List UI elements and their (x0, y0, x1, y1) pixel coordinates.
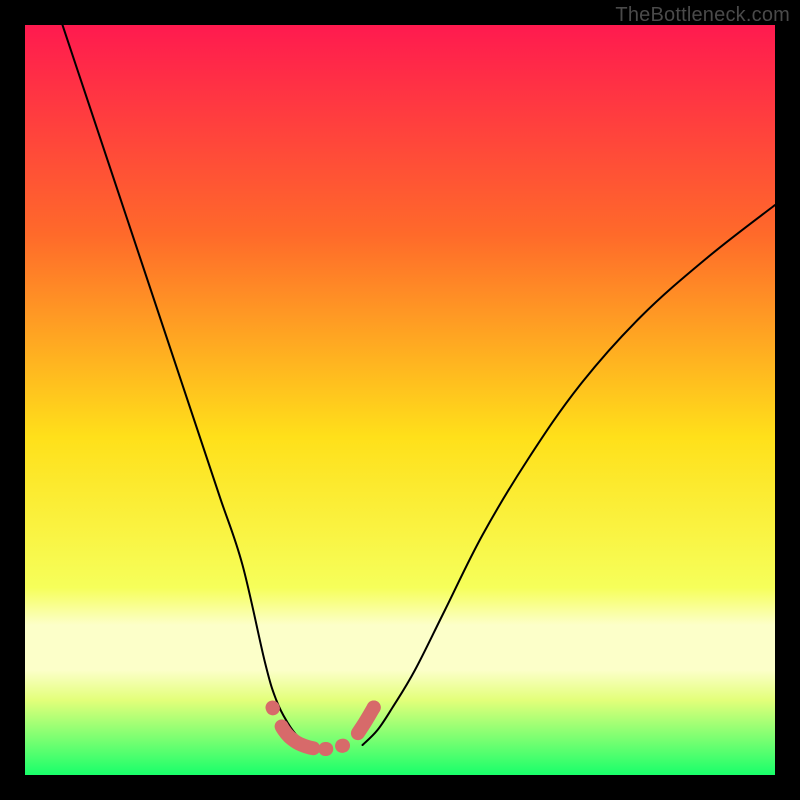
watermark-text: TheBottleneck.com (615, 4, 790, 27)
plot-background (25, 25, 775, 775)
bottleneck-chart (0, 0, 800, 800)
series-bottom-marker-segment-dot (367, 701, 381, 715)
outer-frame: TheBottleneck.com (0, 0, 800, 800)
